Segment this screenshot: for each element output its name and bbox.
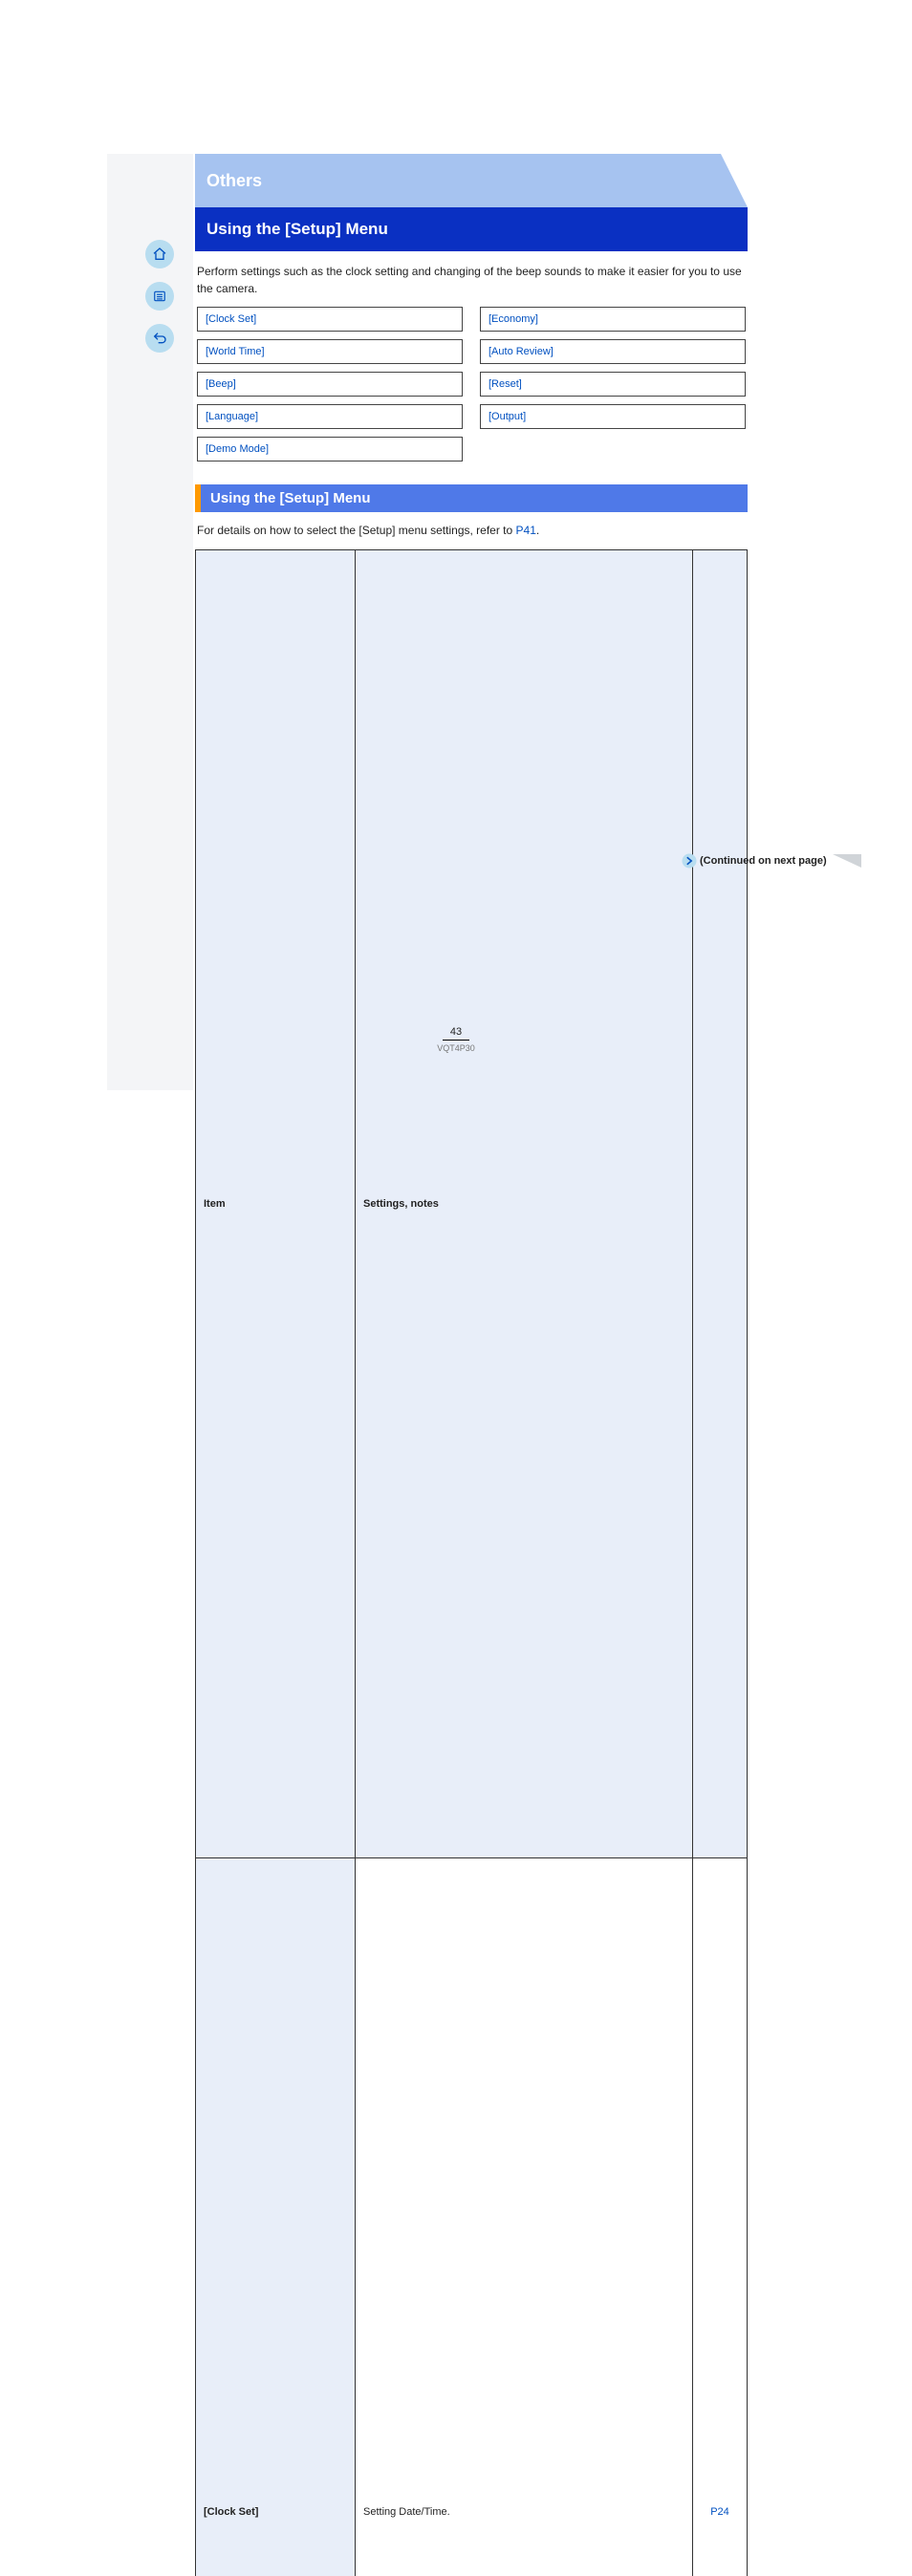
th-item: Item [196, 550, 356, 1858]
back-icon[interactable] [145, 324, 174, 353]
link-language[interactable]: [Language] [197, 404, 463, 429]
continued-text: (Continued on next page) [700, 855, 827, 867]
row-desc: Setting Date/Time. [356, 1858, 693, 2576]
link-beep[interactable]: [Beep] [197, 372, 463, 397]
chapter-banner: Others [195, 154, 748, 207]
main-content: Others Using the [Setup] Menu Perform se… [195, 154, 748, 2576]
link-auto-review[interactable]: [Auto Review] [480, 339, 746, 364]
page-footer: 43 VQT4P30 [0, 1026, 912, 1054]
section-label: Using the [Setup] Menu [206, 220, 388, 239]
section-banner: Using the [Setup] Menu [195, 207, 748, 251]
nav-icons [145, 240, 184, 366]
arrow-right-icon [681, 852, 698, 869]
para1-end: . [536, 524, 539, 537]
page-number: 43 [450, 1026, 462, 1038]
chapter-label: Others [206, 171, 262, 191]
wedge-icon [833, 854, 861, 868]
link-clock-set[interactable]: [Clock Set] [197, 307, 463, 332]
subsection-heading: Using the [Setup] Menu [195, 484, 748, 512]
row-page[interactable]: P24 [693, 1858, 748, 2576]
list-icon[interactable] [145, 282, 174, 311]
home-icon[interactable] [145, 240, 174, 268]
row-item: [Clock Set] [196, 1858, 356, 2576]
page-code: VQT4P30 [437, 1043, 475, 1053]
continued-indicator: (Continued on next page) [681, 852, 861, 869]
table-row: [Clock Set] Setting Date/Time. P24 [196, 1858, 748, 2576]
settings-table: Item Settings, notes [Clock Set] Setting… [195, 549, 748, 2576]
link-grid: [Clock Set] [Economy] [World Time] [Auto… [197, 307, 746, 462]
intro-text: Perform settings such as the clock setti… [197, 263, 746, 297]
link-demo-mode[interactable]: [Demo Mode] [197, 437, 463, 462]
th-desc: Settings, notes [356, 550, 693, 1858]
para1-text: For details on how to select the [Setup]… [197, 524, 512, 537]
footer-divider [443, 1040, 469, 1041]
th-page [693, 550, 748, 1858]
paragraph-1: For details on how to select the [Setup]… [197, 522, 746, 540]
link-reset[interactable]: [Reset] [480, 372, 746, 397]
para1-link[interactable]: P41 [516, 524, 536, 537]
link-output[interactable]: [Output] [480, 404, 746, 429]
link-world-time[interactable]: [World Time] [197, 339, 463, 364]
link-economy[interactable]: [Economy] [480, 307, 746, 332]
